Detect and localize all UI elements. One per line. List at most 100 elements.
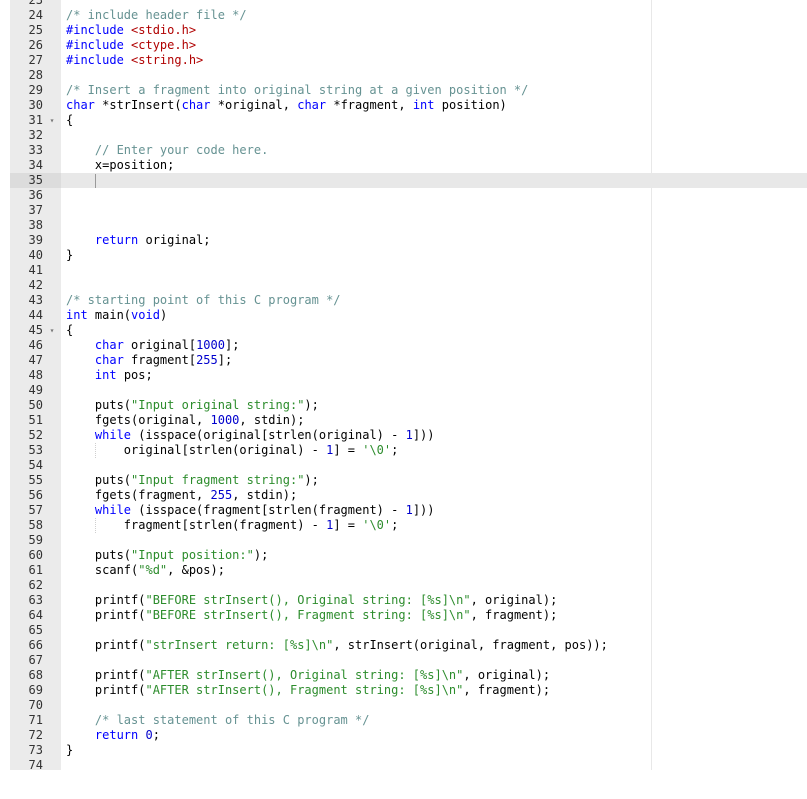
code-text[interactable]: fgets(fragment, 255, stdin); (66, 488, 297, 503)
code-line[interactable]: 56 fgets(fragment, 255, stdin); (10, 488, 807, 503)
fold-arrow-icon[interactable]: ▾ (47, 323, 57, 338)
code-text[interactable]: printf("strInsert return: [%s]\n", strIn… (66, 638, 608, 653)
code-editor[interactable]: 23 24 /* include header file */ 25 #include … (10, 0, 807, 773)
code-line[interactable]: 24 /* include header file */ (10, 8, 807, 23)
code-text[interactable]: char original[1000]; (66, 338, 240, 353)
code-text[interactable]: /* last statement of this C program */ (66, 713, 370, 728)
code-text[interactable]: #include <stdio.h> (66, 23, 196, 38)
code-line[interactable]: 43 /* starting point of this C program */ (10, 293, 807, 308)
code-line[interactable]: 71 /* last statement of this C program *… (10, 713, 807, 728)
code-line[interactable]: 41 (10, 263, 807, 278)
code-line[interactable]: 65 (10, 623, 807, 638)
code-line[interactable]: 73} (10, 743, 807, 758)
code-line[interactable]: 48 int pos; (10, 368, 807, 383)
code-line[interactable]: 64 printf("BEFORE strInsert(), Fragment … (10, 608, 807, 623)
code-text[interactable]: #include <ctype.h> (66, 38, 196, 53)
code-line[interactable]: 62 (10, 578, 807, 593)
code-line[interactable]: 57 while (isspace(fragment[strlen(fragme… (10, 503, 807, 518)
code-line[interactable]: 55 puts("Input fragment string:"); (10, 473, 807, 488)
fold-arrow-icon[interactable]: ▾ (47, 113, 57, 128)
code-line[interactable]: 74 (10, 758, 807, 773)
code-line[interactable]: 69 printf("AFTER strInsert(), Fragment s… (10, 683, 807, 698)
line-number: 25 (28, 23, 43, 37)
code-line[interactable]: 70 (10, 698, 807, 713)
code-text[interactable]: #include <string.h> (66, 53, 203, 68)
code-text[interactable]: printf("AFTER strInsert(), Original stri… (66, 668, 550, 683)
code-line[interactable]: 42 (10, 278, 807, 293)
code-line[interactable]: 68 printf("AFTER strInsert(), Original s… (10, 668, 807, 683)
code-text[interactable]: char fragment[255]; (66, 353, 232, 368)
code-lines[interactable]: 23 24 /* include header file */ 25 #include … (10, 0, 807, 773)
code-line[interactable]: 38 (10, 218, 807, 233)
code-text[interactable]: x=position; (66, 158, 174, 173)
code-text[interactable]: printf("BEFORE strInsert(), Original str… (66, 593, 557, 608)
code-line[interactable]: 25 #include <stdio.h> (10, 23, 807, 38)
code-line[interactable]: 39 return original; (10, 233, 807, 248)
code-text[interactable]: return 0; (66, 728, 160, 743)
code-line[interactable]: 53 original[strlen(original) - 1] = '\0'… (10, 443, 807, 458)
code-token: position) (434, 98, 507, 112)
code-token: ]; (224, 338, 240, 352)
code-line[interactable]: 44 int main(void) (10, 308, 807, 323)
code-text[interactable]: original[strlen(original) - 1] = '\0'; (66, 443, 399, 458)
code-line[interactable]: 27 #include <string.h> (10, 53, 807, 68)
code-line[interactable]: 26 #include <ctype.h> (10, 38, 807, 53)
code-line[interactable]: 23 (10, 0, 807, 8)
code-text[interactable]: printf("BEFORE strInsert(), Fragment str… (66, 608, 557, 623)
code-line[interactable]: 72 return 0; (10, 728, 807, 743)
code-line[interactable]: 58 fragment[strlen(fragment) - 1] = '\0'… (10, 518, 807, 533)
code-line[interactable]: 40} (10, 248, 807, 263)
code-text[interactable]: puts("Input fragment string:"); (66, 473, 319, 488)
code-line[interactable]: 31 ▾{ (10, 113, 807, 128)
code-text[interactable]: printf("AFTER strInsert(), Fragment stri… (66, 683, 550, 698)
code-line[interactable]: 47 char fragment[255]; (10, 353, 807, 368)
code-line[interactable]: 37 (10, 203, 807, 218)
code-text[interactable]: int main(void) (66, 308, 167, 323)
code-line[interactable]: 29 /* Insert a fragment into original str… (10, 83, 807, 98)
code-line[interactable]: 49 (10, 383, 807, 398)
code-line[interactable]: 36 (10, 188, 807, 203)
code-line[interactable]: 67 (10, 653, 807, 668)
code-line[interactable]: 59 (10, 533, 807, 548)
code-line[interactable]: 63 printf("BEFORE strInsert(), Original … (10, 593, 807, 608)
code-line[interactable]: 34 x=position; (10, 158, 807, 173)
code-text[interactable]: while (isspace(fragment[strlen(fragment)… (66, 503, 435, 518)
code-text[interactable]: fgets(original, 1000, stdin); (66, 413, 305, 428)
code-line[interactable]: 51 fgets(original, 1000, stdin); (10, 413, 807, 428)
code-line[interactable]: 66 printf("strInsert return: [%s]\n", st… (10, 638, 807, 653)
code-line[interactable]: 60 puts("Input position:"); (10, 548, 807, 563)
code-text[interactable] (66, 173, 96, 188)
code-text[interactable]: char *strInsert(char *original, char *fr… (66, 98, 507, 113)
code-text[interactable]: return original; (66, 233, 211, 248)
code-text[interactable]: int pos; (66, 368, 153, 383)
code-text[interactable]: fragment[strlen(fragment) - 1] = '\0'; (66, 518, 399, 533)
code-text[interactable]: { (66, 113, 73, 128)
code-line[interactable]: 50 puts("Input original string:"); (10, 398, 807, 413)
code-line[interactable]: 46 char original[1000]; (10, 338, 807, 353)
code-text[interactable]: while (isspace(original[strlen(original)… (66, 428, 435, 443)
code-text[interactable]: } (66, 743, 73, 758)
code-line[interactable]: 35 (10, 173, 807, 188)
code-line[interactable]: 52 while (isspace(original[strlen(origin… (10, 428, 807, 443)
code-token: ); (304, 398, 319, 412)
code-line[interactable]: 33 // Enter your code here. (10, 143, 807, 158)
code-text[interactable]: { (66, 323, 73, 338)
code-line[interactable]: 45 ▾{ (10, 323, 807, 338)
code-text[interactable]: /* starting point of this C program */ (66, 293, 341, 308)
line-number: 67 (28, 653, 43, 667)
code-text[interactable]: // Enter your code here. (66, 143, 268, 158)
code-line[interactable]: 30 char *strInsert(char *original, char *… (10, 98, 807, 113)
code-text[interactable]: /* include header file */ (66, 8, 247, 23)
line-number: 73 (28, 743, 43, 757)
code-text[interactable]: puts("Input original string:"); (66, 398, 319, 413)
code-line[interactable]: 61 scanf("%d", &pos); (10, 563, 807, 578)
code-text[interactable]: puts("Input position:"); (66, 548, 268, 563)
code-text[interactable]: /* Insert a fragment into original strin… (66, 83, 528, 98)
code-line[interactable]: 54 (10, 458, 807, 473)
code-line[interactable]: 28 (10, 68, 807, 83)
code-text[interactable]: } (66, 248, 73, 263)
code-text[interactable]: scanf("%d", &pos); (66, 563, 225, 578)
code-line[interactable]: 32 (10, 128, 807, 143)
